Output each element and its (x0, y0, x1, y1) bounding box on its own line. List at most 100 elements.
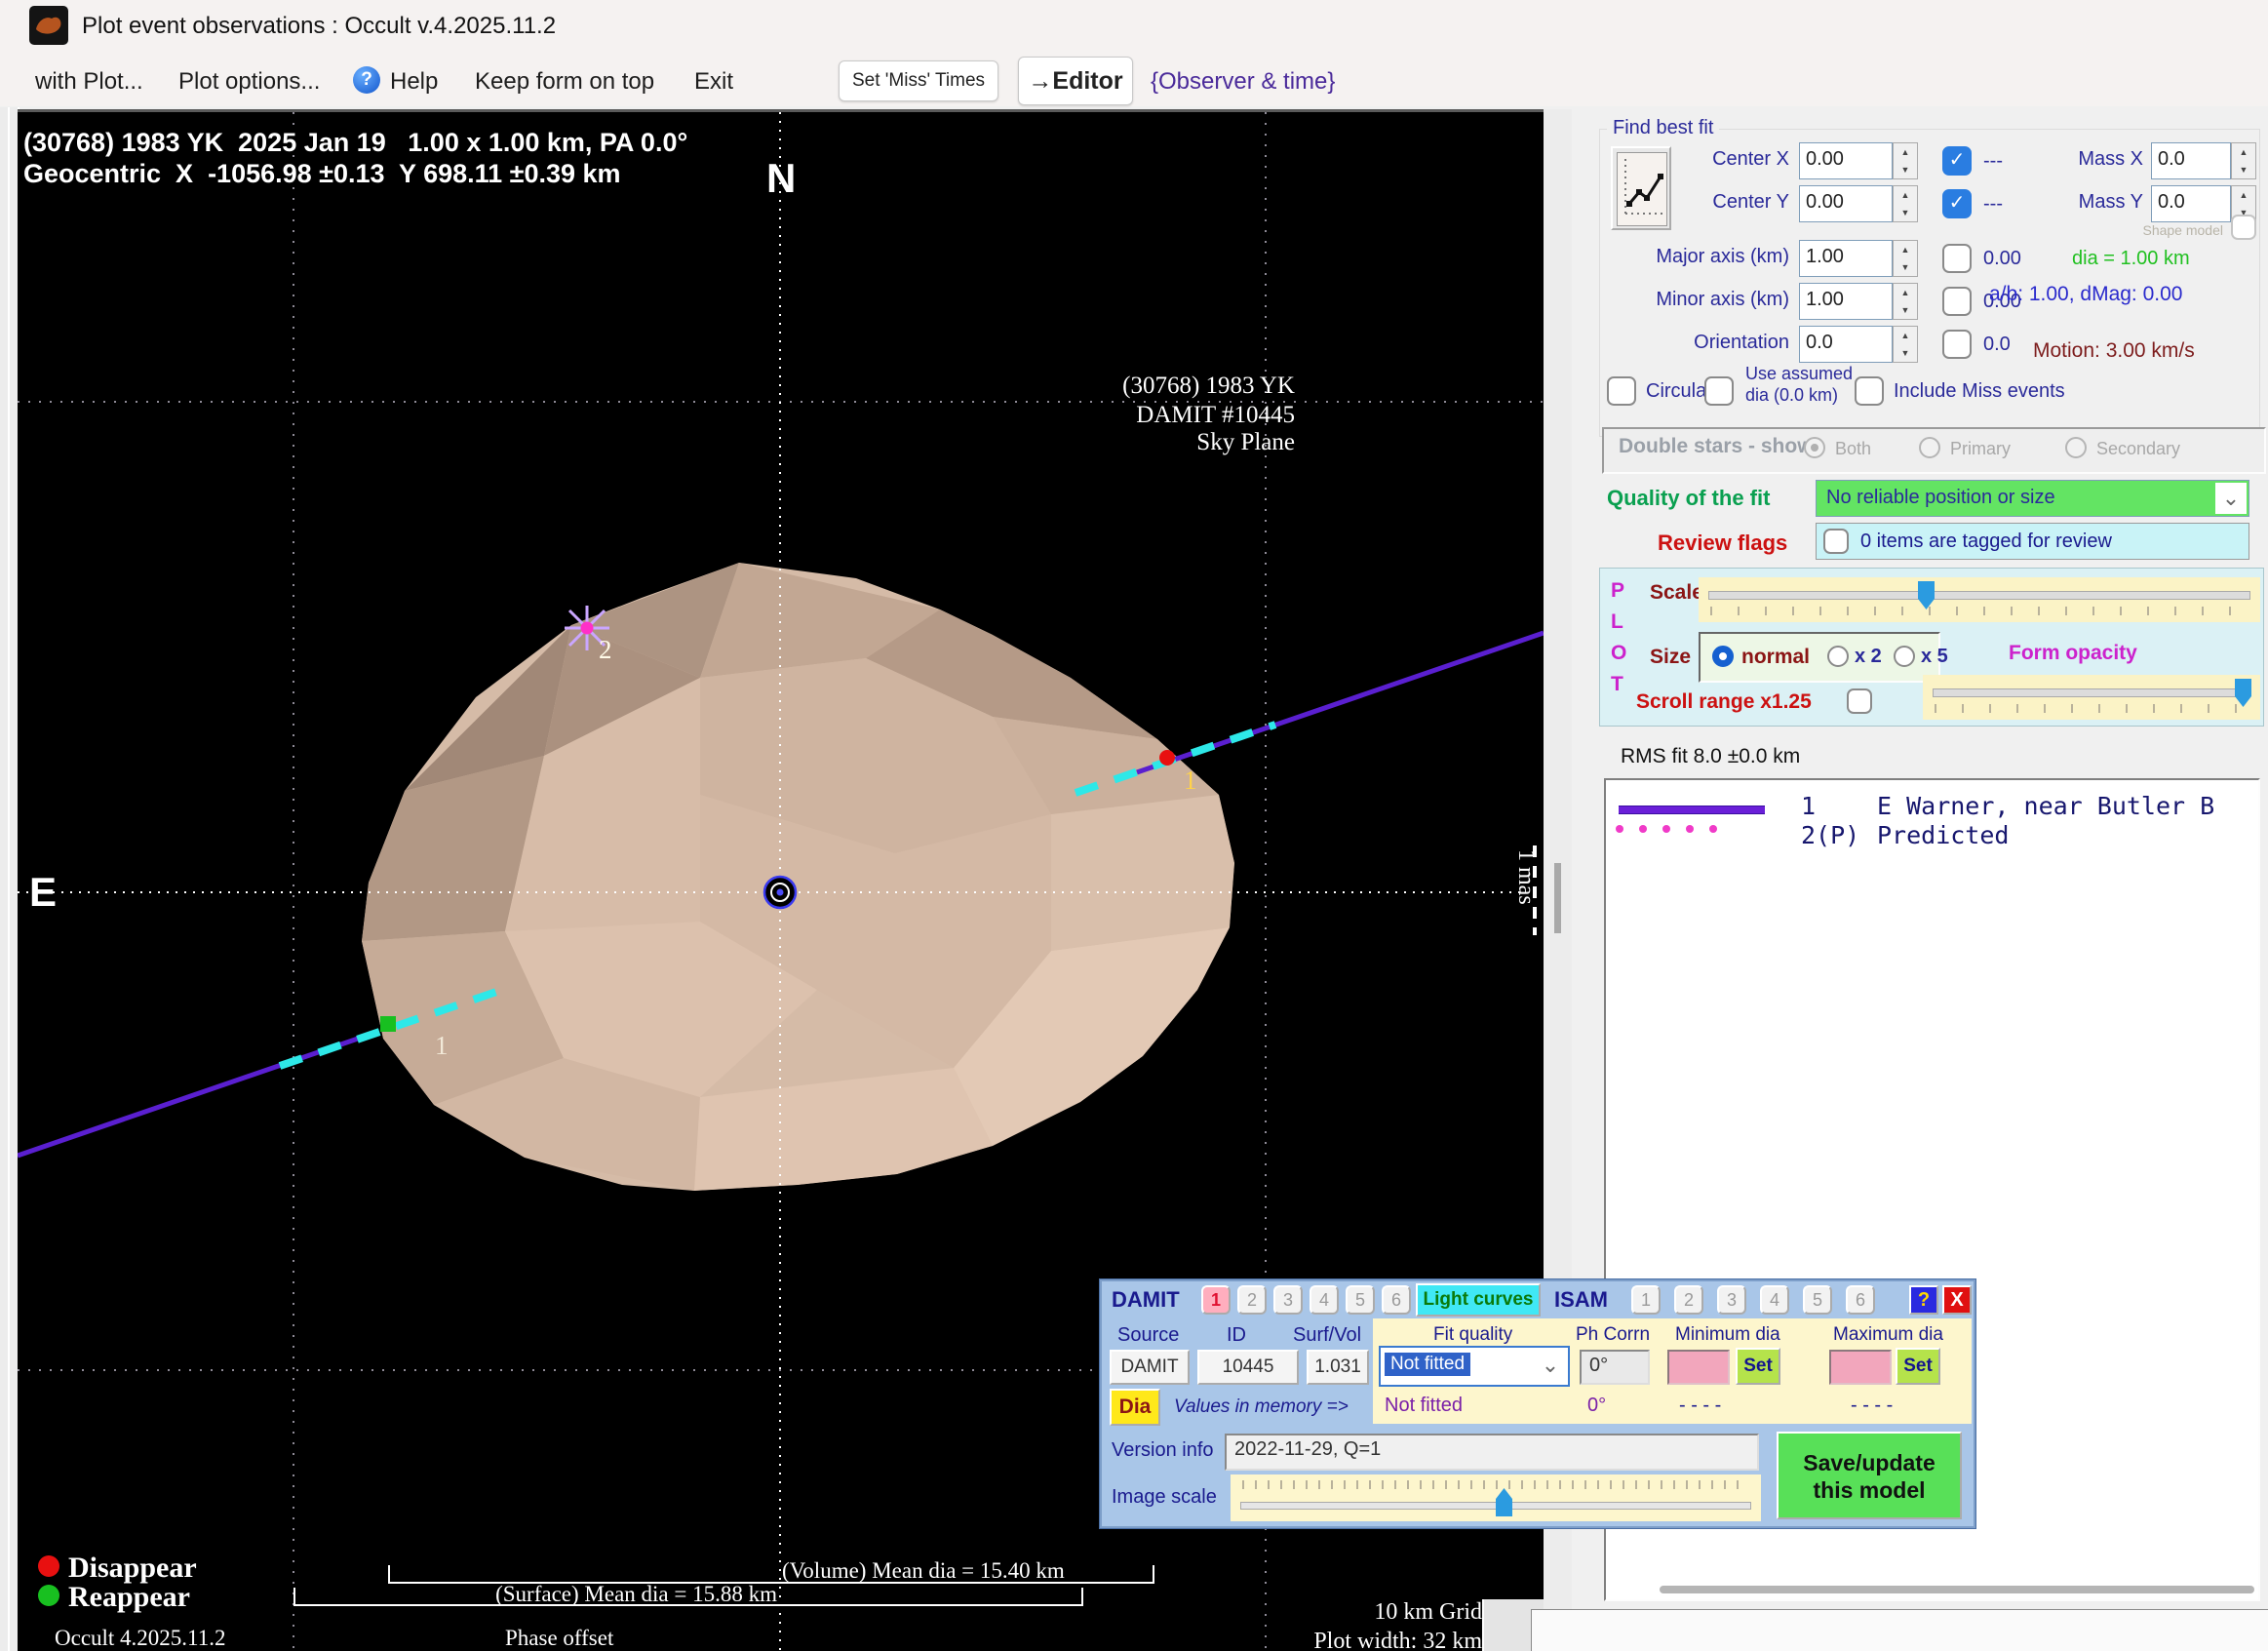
stepper-down-icon[interactable]: ▼ (1901, 348, 1910, 358)
stepper-down-icon[interactable]: ▼ (2240, 165, 2248, 175)
major-axis-fit-checkbox[interactable] (1942, 244, 1972, 273)
listbox-horizontal-scrollbar[interactable] (1660, 1586, 2254, 1593)
opacity-slider-ticks (1935, 704, 2248, 713)
isam-tab-5[interactable]: 5 (1803, 1285, 1832, 1315)
stepper-up-icon[interactable]: ▲ (1901, 245, 1910, 255)
major-axis-stepper[interactable]: ▲▼ (1893, 240, 1918, 277)
stepper-up-icon[interactable]: ▲ (1901, 288, 1910, 297)
observation-num[interactable]: 2(P) (1801, 821, 1859, 849)
panel-help-button[interactable]: ? (1909, 1285, 1938, 1315)
light-curves-button[interactable]: Light curves (1416, 1283, 1541, 1317)
opacity-slider[interactable] (1923, 675, 2260, 720)
chord-1-label-left: 1 (435, 1031, 449, 1060)
damit-tab-4[interactable]: 4 (1310, 1285, 1339, 1315)
chevron-down-icon[interactable]: ⌄ (1535, 1350, 1566, 1383)
center-y-input[interactable]: 0.00 (1799, 185, 1893, 222)
quality-dropdown[interactable]: No reliable position or size ⌄ (1816, 480, 2249, 517)
isam-tab-2[interactable]: 2 (1674, 1285, 1703, 1315)
stepper-down-icon[interactable]: ▼ (1901, 305, 1910, 315)
mass-x-stepper[interactable]: ▲▼ (2231, 142, 2256, 179)
minor-axis-stepper[interactable]: ▲▼ (1893, 283, 1918, 320)
assumed-dia-text: dia = 1.00 km (2072, 248, 2190, 270)
predicted-dots-swatch (1614, 823, 1721, 835)
isam-tab-6[interactable]: 6 (1846, 1285, 1875, 1315)
version-info-field[interactable]: 2022-11-29, Q=1 (1225, 1434, 1759, 1471)
phase-corr-header: Ph Corrn (1576, 1324, 1650, 1346)
orientation-input[interactable]: 0.0 (1799, 326, 1893, 363)
stepper-down-icon[interactable]: ▼ (1901, 262, 1910, 272)
set-minimum-button[interactable]: Set (1736, 1348, 1780, 1385)
editor-button[interactable]: →Editor (1018, 57, 1133, 105)
center-y-stepper[interactable]: ▲▼ (1893, 185, 1918, 222)
damit-tab-1[interactable]: 1 (1201, 1285, 1231, 1315)
menu-plot-options[interactable]: Plot options... (178, 68, 320, 96)
isam-tab-3[interactable]: 3 (1717, 1285, 1746, 1315)
fit-quality-dropdown[interactable]: Not fitted ⌄ (1379, 1346, 1570, 1387)
use-assumed-dia-checkbox[interactable] (1704, 376, 1734, 406)
minor-axis-fit-checkbox[interactable] (1942, 287, 1972, 316)
damit-tab-3[interactable]: 3 (1273, 1285, 1303, 1315)
damit-tab-2[interactable]: 2 (1237, 1285, 1267, 1315)
dia-button[interactable]: Dia (1110, 1389, 1160, 1426)
damit-tab-6[interactable]: 6 (1382, 1285, 1411, 1315)
stepper-up-icon[interactable]: ▲ (1901, 190, 1910, 200)
menu-help[interactable]: Help (390, 68, 438, 96)
stepper-up-icon[interactable]: ▲ (2240, 190, 2248, 200)
occult-version-label: Occult 4.2025.11.2 (55, 1626, 225, 1650)
opacity-slider-thumb[interactable] (2235, 679, 2251, 707)
isam-title: ISAM (1554, 1287, 1608, 1313)
menu-keep-on-top[interactable]: Keep form on top (475, 68, 654, 96)
stepper-up-icon[interactable]: ▲ (1901, 147, 1910, 157)
menu-exit[interactable]: Exit (694, 68, 733, 96)
maximum-dia-input[interactable] (1829, 1350, 1892, 1385)
save-model-line1: Save/update (1779, 1449, 1960, 1476)
image-scale-slider[interactable] (1231, 1474, 1761, 1521)
review-flags-checkbox[interactable] (1823, 529, 1849, 554)
size-normal-radio[interactable] (1712, 646, 1734, 667)
stepper-down-icon[interactable]: ▼ (1901, 165, 1910, 175)
splitter-handle[interactable] (1554, 863, 1561, 933)
set-maximum-button[interactable]: Set (1896, 1348, 1940, 1385)
observation-name[interactable]: E Warner, near Butler B (1877, 792, 2255, 820)
stepper-up-icon[interactable]: ▲ (1901, 331, 1910, 340)
stepper-up-icon[interactable]: ▲ (2240, 147, 2248, 157)
center-x-stepper[interactable]: ▲▼ (1893, 142, 1918, 179)
check-icon: ✓ (1949, 192, 1966, 214)
center-x-fit-checkbox[interactable]: ✓ (1942, 146, 1972, 176)
mass-x-input[interactable]: 0.0 (2151, 142, 2231, 179)
circular-checkbox[interactable] (1607, 376, 1636, 406)
size-x2-radio[interactable] (1827, 646, 1849, 667)
major-axis-input[interactable]: 1.00 (1799, 240, 1893, 277)
observation-num[interactable]: 1 (1801, 792, 1816, 820)
image-scale-thumb[interactable] (1496, 1488, 1512, 1516)
save-model-button[interactable]: Save/update this model (1777, 1432, 1962, 1519)
observer-time-label[interactable]: {Observer & time} (1151, 68, 1335, 96)
isam-tab-1[interactable]: 1 (1631, 1285, 1661, 1315)
mass-y-input[interactable]: 0.0 (2151, 185, 2231, 222)
center-y-fit-checkbox[interactable]: ✓ (1942, 189, 1972, 218)
set-miss-times-button[interactable]: Set 'Miss' Times (839, 60, 998, 101)
scale-slider-track[interactable] (1708, 591, 2250, 600)
help-icon[interactable]: ? (353, 66, 380, 94)
opacity-slider-track[interactable] (1933, 688, 2250, 697)
panel-close-button[interactable]: X (1942, 1285, 1972, 1315)
scroll-range-checkbox[interactable] (1847, 688, 1872, 714)
damit-tab-5[interactable]: 5 (1346, 1285, 1375, 1315)
minor-axis-input[interactable]: 1.00 (1799, 283, 1893, 320)
phase-corr-input[interactable]: 0° (1580, 1350, 1650, 1385)
chevron-down-icon[interactable]: ⌄ (2215, 483, 2247, 514)
shape-model-checkbox[interactable] (2231, 215, 2256, 240)
menu-with-plot[interactable]: with Plot... (35, 68, 143, 96)
include-miss-checkbox[interactable] (1855, 376, 1884, 406)
isam-tab-4[interactable]: 4 (1760, 1285, 1789, 1315)
orientation-stepper[interactable]: ▲▼ (1893, 326, 1918, 363)
orientation-fit-checkbox[interactable] (1942, 330, 1972, 359)
scale-slider-thumb[interactable] (1918, 581, 1935, 609)
center-x-input[interactable]: 0.00 (1799, 142, 1893, 179)
size-x5-radio[interactable] (1894, 646, 1915, 667)
image-scale-ticks (1242, 1480, 1749, 1489)
observation-name[interactable]: Predicted (1877, 821, 2009, 849)
scale-slider[interactable] (1699, 577, 2260, 622)
stepper-down-icon[interactable]: ▼ (1901, 208, 1910, 217)
minimum-dia-input[interactable] (1667, 1350, 1730, 1385)
